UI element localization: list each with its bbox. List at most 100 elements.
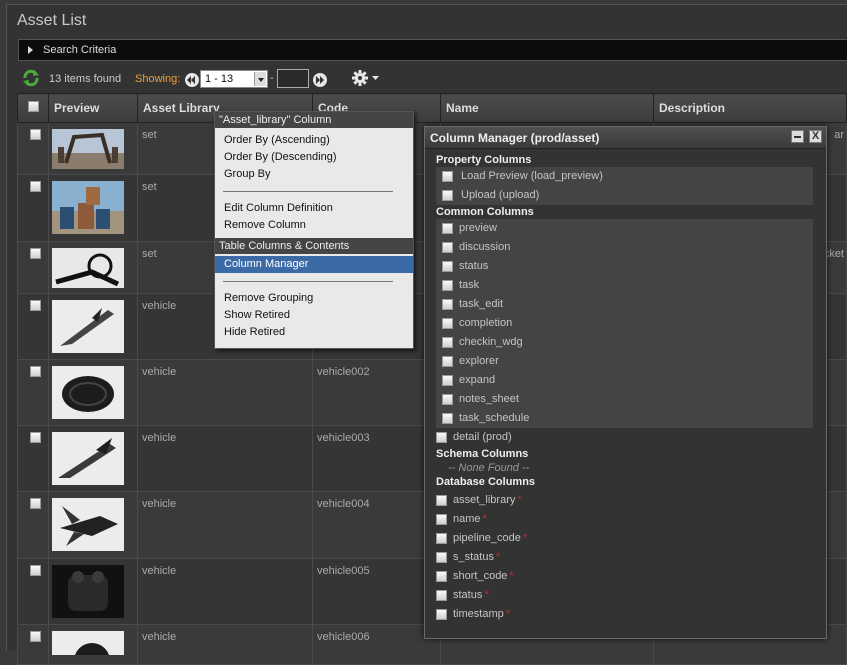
menu-item-order-descending[interactable]: Order By (Descending) — [215, 149, 413, 166]
column-option[interactable]: timestamp * — [436, 605, 823, 624]
menu-item-group-by[interactable]: Group By — [215, 166, 413, 183]
row-checkbox[interactable] — [29, 181, 41, 192]
column-checkbox[interactable] — [442, 356, 453, 367]
column-checkbox[interactable] — [442, 394, 453, 405]
row-select-cell[interactable] — [17, 122, 49, 175]
column-checkbox[interactable] — [436, 495, 447, 506]
thumbnail-vehicle-round[interactable] — [52, 631, 124, 655]
gear-icon[interactable] — [351, 69, 381, 87]
column-checkbox[interactable] — [442, 299, 453, 310]
row-checkbox[interactable] — [29, 300, 41, 311]
column-checkbox[interactable] — [442, 171, 453, 182]
column-option[interactable]: asset_library * — [436, 491, 823, 510]
column-checkbox[interactable] — [442, 261, 453, 272]
thumbnail-set-barrels[interactable] — [52, 181, 124, 234]
menu-item-remove-column[interactable]: Remove Column — [215, 217, 413, 234]
column-checkbox[interactable] — [436, 432, 447, 443]
thumbnail-vehicle-craft[interactable] — [52, 498, 124, 551]
column-checkbox[interactable] — [442, 280, 453, 291]
column-option[interactable]: name * — [436, 510, 823, 529]
column-option[interactable]: Load Preview (load_preview) — [436, 167, 813, 186]
column-checkbox[interactable] — [442, 375, 453, 386]
range-select[interactable]: 1 - 13 — [200, 70, 268, 88]
column-option[interactable]: checkin_wdg — [436, 333, 813, 352]
column-checkbox[interactable] — [436, 514, 447, 525]
column-option[interactable]: detail (prod) — [436, 428, 823, 447]
column-option[interactable]: pipeline_code * — [436, 529, 823, 548]
menu-item-hide-retired[interactable]: Hide Retired — [215, 324, 413, 341]
row-checkbox[interactable] — [29, 129, 41, 140]
thumbnail-vehicle-ship[interactable] — [52, 300, 124, 353]
column-option[interactable]: Upload (upload) — [436, 186, 813, 205]
column-option[interactable]: task_edit — [436, 295, 813, 314]
row-checkbox[interactable] — [29, 432, 41, 443]
column-option[interactable]: explorer — [436, 352, 813, 371]
column-option[interactable]: discussion — [436, 238, 813, 257]
row-select-cell[interactable] — [17, 558, 49, 625]
row-select-cell[interactable] — [17, 293, 49, 360]
thumbnail-vehicle-mech[interactable] — [52, 565, 124, 618]
column-option-label: notes_sheet — [459, 393, 519, 405]
thumbnail-vehicle-jet[interactable] — [52, 432, 124, 485]
row-select-cell[interactable] — [17, 491, 49, 559]
row-checkbox[interactable] — [29, 498, 41, 509]
row-checkbox[interactable] — [29, 366, 41, 377]
column-option[interactable]: preview — [436, 219, 813, 238]
column-checkbox[interactable] — [436, 533, 447, 544]
menu-item-show-retired[interactable]: Show Retired — [215, 307, 413, 324]
row-select-cell[interactable] — [17, 624, 49, 665]
column-checkbox[interactable] — [436, 552, 447, 563]
header-name[interactable]: Name — [440, 93, 654, 123]
column-option[interactable]: short_code * — [436, 567, 823, 586]
preview-cell — [48, 293, 138, 360]
menu-item-edit-column-definition[interactable]: Edit Column Definition — [215, 200, 413, 217]
row-select-cell[interactable] — [17, 425, 49, 492]
thumbnail-set-arch[interactable] — [52, 129, 124, 169]
column-checkbox[interactable] — [442, 190, 453, 201]
column-checkbox[interactable] — [436, 590, 447, 601]
page-input[interactable] — [277, 69, 309, 88]
row-select-cell[interactable] — [17, 241, 49, 294]
code-cell: vehicle006 — [312, 624, 441, 665]
minimize-button[interactable] — [791, 130, 804, 143]
row-select-cell[interactable] — [17, 174, 49, 242]
column-option[interactable]: notes_sheet — [436, 390, 813, 409]
select-all-header[interactable] — [17, 93, 49, 123]
column-option[interactable]: status * — [436, 586, 823, 605]
row-checkbox[interactable] — [29, 248, 41, 259]
column-checkbox[interactable] — [442, 242, 453, 253]
close-button[interactable]: X — [809, 130, 822, 143]
column-checkbox[interactable] — [442, 413, 453, 424]
prev-page-button[interactable] — [185, 73, 199, 87]
column-option[interactable]: expand — [436, 371, 813, 390]
column-option[interactable]: task — [436, 276, 813, 295]
column-option[interactable]: task_schedule — [436, 409, 813, 428]
column-option-label: preview — [459, 222, 497, 234]
schema-none-found: -- None Found -- — [448, 462, 530, 474]
row-checkbox[interactable] — [29, 565, 41, 576]
next-page-button[interactable] — [313, 73, 327, 87]
search-criteria-toggle[interactable]: Search Criteria — [18, 39, 847, 61]
column-option[interactable]: status — [436, 257, 813, 276]
column-option[interactable]: completion — [436, 314, 813, 333]
thumbnail-vehicle-disc[interactable] — [52, 366, 124, 419]
column-checkbox[interactable] — [436, 609, 447, 620]
thumbnail-set-rocket[interactable] — [52, 248, 124, 288]
column-option[interactable]: s_status * — [436, 548, 823, 567]
column-checkbox[interactable] — [442, 223, 453, 234]
header-preview[interactable]: Preview — [48, 93, 138, 123]
common-columns-list: preview discussion status task task_edit… — [436, 219, 813, 428]
column-option-label: detail (prod) — [453, 431, 512, 443]
menu-item-column-manager[interactable]: Column Manager — [215, 256, 413, 273]
row-select-cell[interactable] — [17, 359, 49, 426]
select-all-checkbox[interactable] — [27, 101, 39, 112]
refresh-icon[interactable] — [22, 69, 40, 87]
column-checkbox[interactable] — [442, 318, 453, 329]
row-checkbox[interactable] — [29, 631, 41, 642]
header-description[interactable]: Description — [653, 93, 847, 123]
column-checkbox[interactable] — [436, 571, 447, 582]
menu-item-remove-grouping[interactable]: Remove Grouping — [215, 290, 413, 307]
preview-cell — [48, 491, 138, 559]
column-checkbox[interactable] — [442, 337, 453, 348]
menu-item-order-ascending[interactable]: Order By (Ascending) — [215, 132, 413, 149]
